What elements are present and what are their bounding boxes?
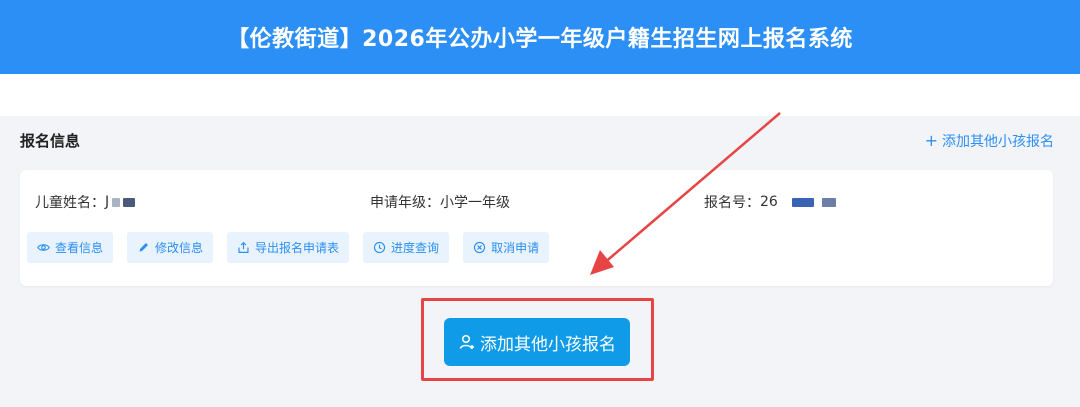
add-child-button[interactable]: 添加其他小孩报名: [444, 318, 630, 366]
add-child-link[interactable]: + 添加其他小孩报名: [925, 131, 1054, 151]
child-name-label: 儿童姓名：: [35, 195, 105, 211]
masked-name-block: [123, 197, 136, 207]
grade-label: 申请年级：: [370, 195, 440, 211]
clock-icon: [373, 241, 386, 254]
pencil-icon: [137, 241, 150, 254]
masked-number-block: [791, 197, 814, 207]
grade-field: 申请年级： 小学一年级: [370, 192, 510, 212]
grade-value: 小学一年级: [440, 195, 510, 211]
registration-number-label: 报名号：: [704, 195, 760, 211]
cancel-icon: [473, 241, 486, 254]
edit-info-label: 修改信息: [155, 241, 204, 255]
page-title: 【伦教街道】2026年公办小学一年级户籍生招生网上报名系统: [227, 27, 853, 52]
export-form-label: 导出报名申请表: [255, 241, 340, 255]
edit-info-button[interactable]: 修改信息: [127, 232, 214, 263]
cancel-application-label: 取消申请: [491, 241, 540, 255]
add-child-button-label: 添加其他小孩报名: [480, 334, 616, 355]
section-title: 报名信息: [20, 132, 81, 150]
header-bar: 【伦教街道】2026年公办小学一年级户籍生招生网上报名系统: [0, 0, 1080, 74]
add-child-link-label: 添加其他小孩报名: [942, 134, 1054, 150]
masked-name-block: [112, 197, 121, 207]
progress-query-button[interactable]: 进度查询: [363, 232, 450, 263]
cancel-application-button[interactable]: 取消申请: [463, 232, 550, 263]
child-name-value: J: [105, 194, 110, 210]
export-form-button[interactable]: 导出报名申请表: [227, 232, 350, 263]
action-toolbar: 查看信息 修改信息 导出报名申请表 进度查询 取消申请: [27, 232, 563, 263]
progress-query-label: 进度查询: [391, 241, 440, 255]
registration-number-field: 报名号： 26: [704, 192, 836, 212]
plus-icon: +: [924, 131, 938, 150]
masked-number-block: [821, 197, 836, 207]
registration-card: 儿童姓名： J 申请年级： 小学一年级 报名号： 26 查看信息 修改信息 导出…: [20, 170, 1053, 286]
eye-icon: [37, 241, 50, 254]
view-info-button[interactable]: 查看信息: [27, 232, 114, 263]
view-info-label: 查看信息: [55, 241, 104, 255]
user-add-icon: [458, 333, 476, 351]
export-icon: [237, 241, 250, 254]
child-name-field: 儿童姓名： J: [35, 192, 136, 212]
registration-number-value: 26: [760, 194, 778, 210]
